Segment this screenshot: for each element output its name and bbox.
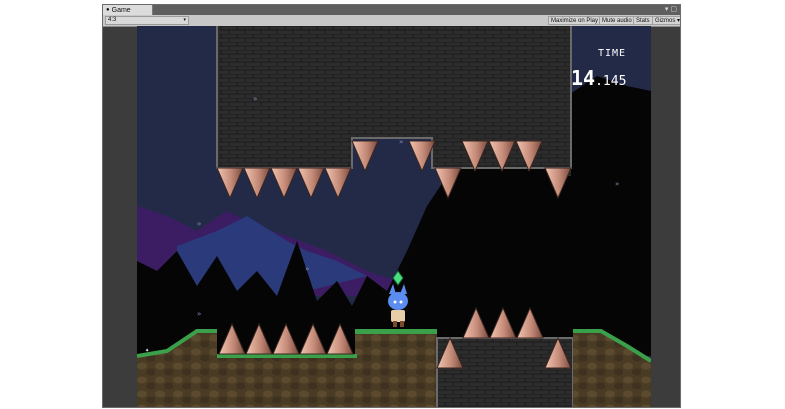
- stats-button[interactable]: Stats: [633, 16, 653, 25]
- svg-text:»: »: [615, 180, 619, 188]
- brick-pit: [437, 338, 573, 407]
- brick-pillar: [553, 26, 571, 176]
- ground-left: [217, 356, 357, 407]
- aspect-ratio-dropdown[interactable]: 4:3 ▾: [105, 16, 189, 25]
- svg-text:»: »: [197, 220, 201, 228]
- time-label: TIME: [598, 48, 627, 59]
- game-window: ● Game ▾ ▢ 4:3 ▾ Maximize on Play Mute a…: [102, 4, 681, 408]
- time-value: 14.145: [571, 66, 626, 90]
- game-viewport[interactable]: » » » » » » ✦ TIME 14.145: [137, 26, 651, 407]
- window-controls-icon[interactable]: ▾ ▢: [665, 5, 677, 15]
- svg-text:»: »: [253, 95, 257, 103]
- time-seconds: 14: [571, 66, 596, 90]
- time-fraction: .145: [595, 74, 627, 89]
- chevron-down-icon: ▾: [183, 17, 186, 23]
- grass-left: [217, 354, 357, 358]
- ground-platform: [355, 331, 437, 407]
- svg-text:»: »: [197, 310, 201, 318]
- svg-text:»: »: [399, 138, 403, 146]
- gizmos-dropdown[interactable]: Gizmos ▾: [652, 16, 680, 25]
- aspect-ratio-value: 4:3: [108, 17, 117, 23]
- mute-audio-button[interactable]: Mute audio: [599, 16, 635, 25]
- brick-ceiling: [217, 26, 567, 138]
- grass-platform: [355, 329, 437, 334]
- brick-ceiling-left: [217, 138, 352, 168]
- svg-text:»: »: [305, 265, 309, 273]
- maximize-on-play-button[interactable]: Maximize on Play: [548, 16, 602, 25]
